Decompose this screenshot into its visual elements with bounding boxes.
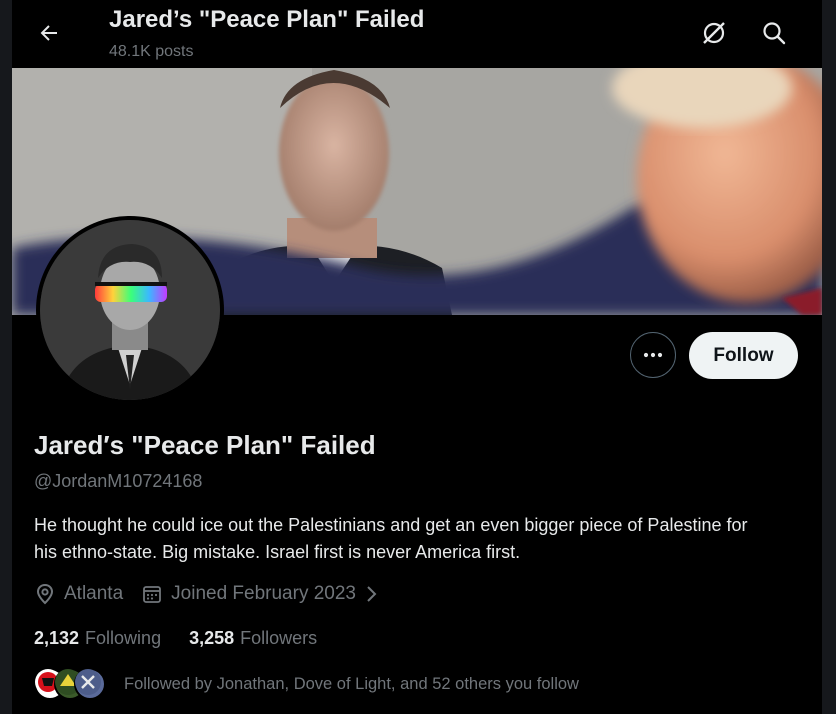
back-button[interactable] bbox=[34, 18, 64, 48]
header-title: Jared’s "Peace Plan" Failed bbox=[109, 6, 425, 33]
followers-label: Followers bbox=[240, 628, 318, 648]
post-count: 48.1K posts bbox=[109, 43, 194, 60]
calendar-icon bbox=[141, 583, 163, 605]
follow-stats: 2,132 Following 3,258 Followers bbox=[34, 628, 345, 649]
more-button[interactable] bbox=[630, 332, 676, 378]
bio: He thought he could ice out the Palestin… bbox=[34, 515, 748, 562]
handle: @JordanM10724168 bbox=[34, 471, 203, 491]
follow-button[interactable]: Follow bbox=[689, 332, 798, 379]
grok-button[interactable] bbox=[699, 18, 729, 48]
follower-avatar bbox=[74, 668, 106, 700]
chevron-right-icon[interactable] bbox=[360, 583, 382, 605]
avatar-image bbox=[40, 220, 220, 400]
followers-count: 3,258 bbox=[189, 628, 235, 648]
following-count: 2,132 bbox=[34, 628, 80, 648]
profile-meta: Atlanta Joined February 2023 bbox=[34, 581, 390, 607]
left-gutter bbox=[0, 0, 12, 714]
scrollbar[interactable] bbox=[822, 0, 836, 714]
arrow-left-icon bbox=[40, 25, 57, 41]
avatar[interactable] bbox=[36, 216, 224, 404]
search-icon bbox=[763, 22, 786, 45]
more-horizontal-icon bbox=[643, 352, 663, 358]
followed-by-text: Followed by Jonathan, Dove of Light, and… bbox=[124, 674, 579, 693]
profile-header: Jared’s "Peace Plan" Failed 48.1K posts bbox=[12, 0, 822, 68]
following-link[interactable]: 2,132 Following bbox=[34, 628, 161, 649]
location: Atlanta bbox=[64, 583, 124, 604]
following-label: Following bbox=[85, 628, 162, 648]
search-button[interactable] bbox=[759, 18, 789, 48]
grok-icon bbox=[703, 22, 725, 44]
followers-link[interactable]: 3,258 Followers bbox=[189, 628, 317, 649]
followed-by[interactable]: Followed by Jonathan, Dove of Light, and… bbox=[34, 668, 579, 700]
display-name: Jared′s "Peace Plan" Failed bbox=[34, 430, 376, 460]
location-pin-icon bbox=[34, 583, 56, 605]
join-date: Joined February 2023 bbox=[171, 583, 356, 604]
